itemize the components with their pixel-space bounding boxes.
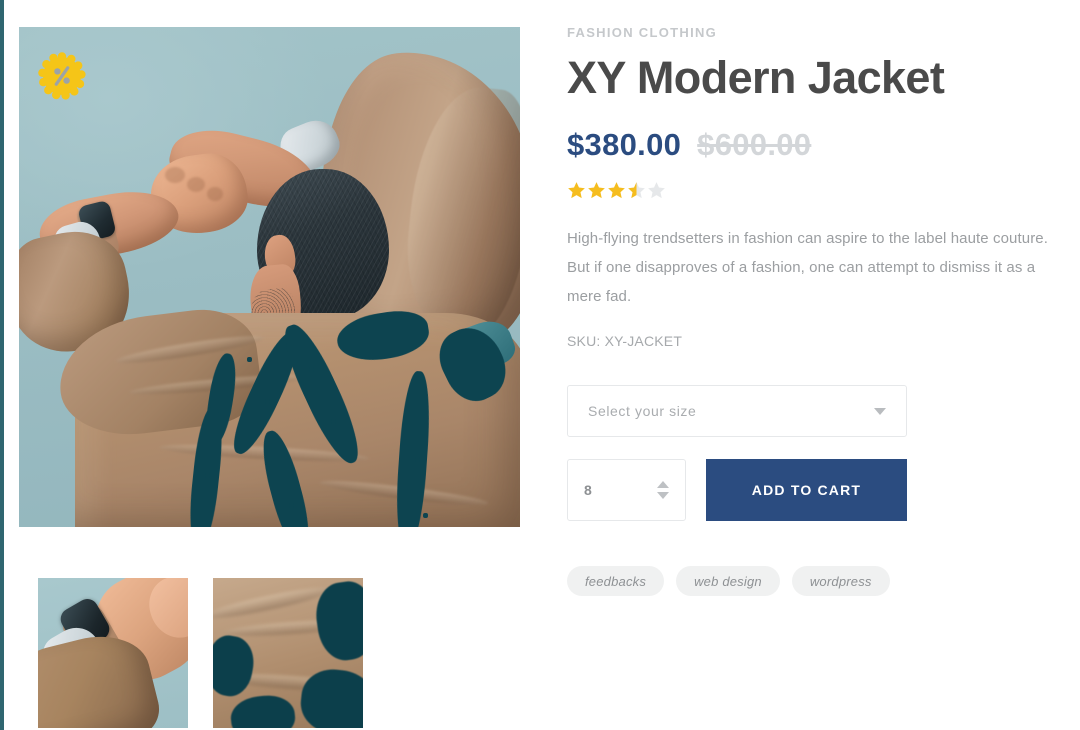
knuckle-detail (207, 187, 223, 201)
product-sku: SKU: XY-JACKET (567, 333, 683, 349)
star-icon[interactable] (607, 181, 626, 200)
purchase-row: 8 ADD TO CART (567, 459, 1042, 521)
star-icon[interactable] (647, 181, 666, 200)
graphic-ragged-edge (309, 367, 314, 372)
graphic-ragged-edge (205, 473, 210, 478)
quantity-value[interactable]: 8 (584, 482, 657, 498)
thumbnail-2[interactable] (213, 578, 363, 728)
product-details: FASHION CLOTHING XY Modern Jacket $380.0… (567, 24, 1048, 596)
product-gallery (19, 27, 520, 728)
page-title: XY Modern Jacket (567, 52, 945, 103)
graphic-ragged-edge (423, 513, 428, 518)
quantity-spinner[interactable] (657, 481, 669, 499)
add-to-cart-button[interactable]: ADD TO CART (706, 459, 907, 521)
product-photo-subject (19, 27, 520, 527)
graphic-ragged-edge (289, 503, 294, 508)
knuckle-detail (165, 167, 185, 183)
size-select-label: Select your size (588, 403, 697, 419)
star-icon[interactable] (567, 181, 586, 200)
discount-badge (38, 52, 86, 100)
rating-stars[interactable] (567, 181, 1042, 200)
graphic-ragged-edge (415, 457, 420, 462)
product-description: High-flying trendsetters in fashion can … (567, 230, 1049, 305)
product-tags: feedbacks web design wordpress (567, 566, 1042, 596)
product-category: FASHION CLOTHING (567, 25, 718, 40)
thumbnail-strip (38, 578, 363, 728)
product-page: FASHION CLOTHING XY Modern Jacket $380.0… (0, 0, 1080, 730)
star-icon[interactable] (587, 181, 606, 200)
quantity-stepper[interactable]: 8 (567, 459, 686, 521)
star-icon[interactable] (627, 181, 646, 200)
product-tag[interactable]: wordpress (791, 566, 890, 596)
discount-badge-icon (38, 52, 86, 100)
chevron-up-icon[interactable] (657, 481, 669, 488)
knuckle-detail (187, 177, 205, 192)
page-edge-accent-rail (0, 0, 4, 730)
product-tag[interactable]: feedbacks (567, 566, 665, 596)
current-price: $380.00 (567, 127, 682, 162)
product-tag[interactable]: web design (676, 566, 780, 596)
graphic-ragged-edge (247, 357, 252, 362)
chevron-down-icon (874, 407, 886, 415)
original-price: $600.00 (697, 127, 812, 162)
main-product-image[interactable] (19, 27, 520, 527)
price-row: $380.00 $600.00 (567, 127, 1042, 163)
size-select[interactable]: Select your size (567, 385, 907, 437)
graphic-ragged-edge (331, 419, 336, 424)
thumbnail-1[interactable] (38, 578, 188, 728)
chevron-down-icon[interactable] (657, 492, 669, 499)
graphic-ragged-edge (265, 399, 270, 404)
